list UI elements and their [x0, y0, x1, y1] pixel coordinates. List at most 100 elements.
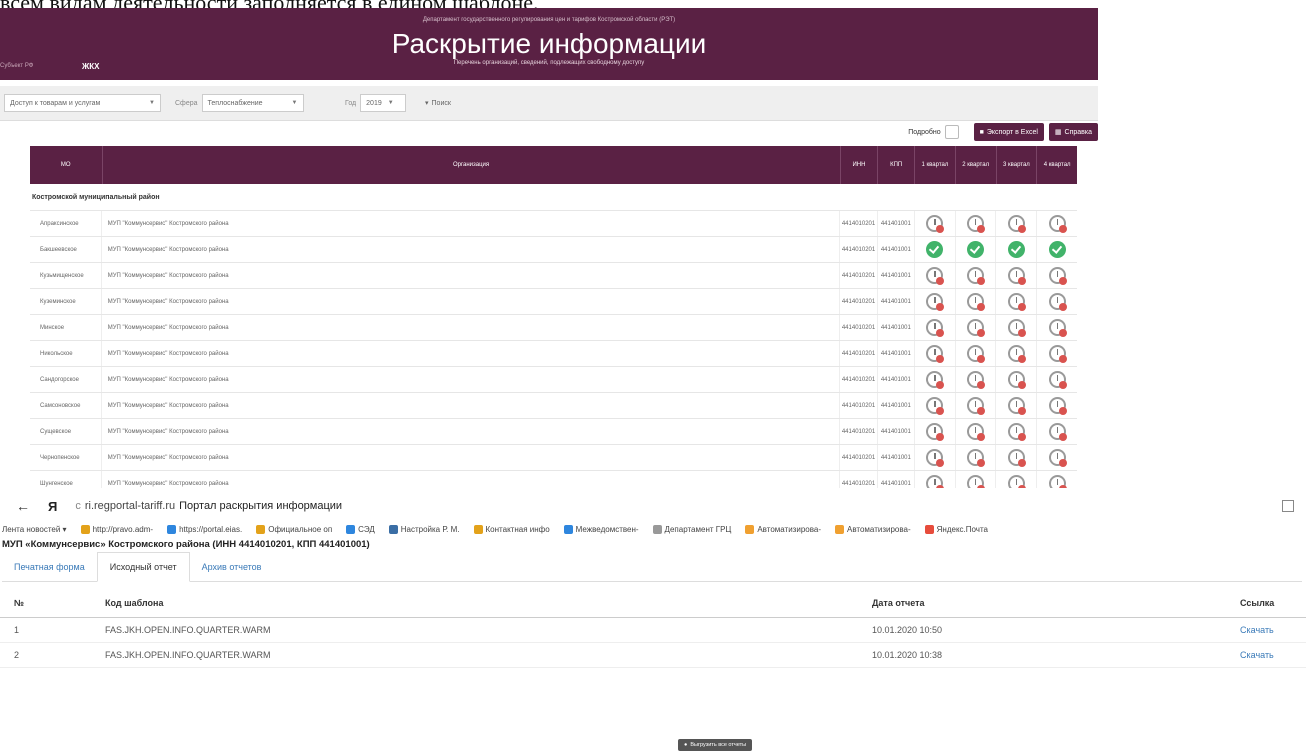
type-filter[interactable]: Доступ к товарам и услугам ▼ [4, 94, 161, 112]
quarter-3-status[interactable] [996, 237, 1038, 262]
quarter-3-status[interactable] [996, 393, 1038, 418]
kpp-cell: 441401001 [878, 393, 915, 418]
page-subtitle: Перечень организаций, сведений, подлежащ… [453, 60, 645, 66]
clock-icon [926, 449, 945, 467]
quarter-1-status[interactable] [915, 341, 956, 366]
quarter-1-status[interactable] [915, 211, 956, 236]
export-excel-button[interactable]: ■ Экспорт в Excel [973, 123, 1044, 141]
quarter-4-status[interactable] [1037, 393, 1077, 418]
url-text[interactable]: ri.regportal-tariff.ru [85, 500, 175, 512]
quarter-2-status[interactable] [956, 367, 997, 392]
quarter-2-status[interactable] [956, 237, 997, 262]
export-all-reports-button[interactable]: ● Выгрузить все отчеты [678, 739, 753, 751]
quarter-4-status[interactable] [1037, 289, 1077, 314]
bookmark-item[interactable]: Автоматизирова- [745, 524, 821, 534]
tab-archive[interactable]: Архив отчетов [190, 553, 274, 581]
quarter-4-status[interactable] [1037, 367, 1077, 392]
quarter-2-status[interactable] [956, 315, 997, 340]
quarter-1-status[interactable] [915, 315, 956, 340]
detail-label: Подробно [908, 128, 941, 136]
quarter-4-status[interactable] [1037, 263, 1077, 288]
header-inn[interactable]: ИНН [841, 146, 879, 184]
quarter-2-status[interactable] [956, 419, 997, 444]
arrow-left-icon[interactable]: ← [16, 498, 30, 514]
help-button[interactable]: ▦ Справка [1048, 123, 1098, 141]
bookmark-item[interactable]: Лента новостей ▾ [2, 525, 67, 534]
table-row: Шунгенское МУП "Коммунсервис" Костромског… [30, 471, 1077, 488]
header-q3[interactable]: 3 квартал [997, 146, 1038, 184]
check-circle-icon [1007, 241, 1025, 258]
bookmark-label: Настройка Р. М. [400, 524, 460, 534]
bookmark-item[interactable]: Официальное оп [256, 524, 332, 534]
quarter-1-status[interactable] [915, 263, 956, 288]
inn-cell: 4414010201 [840, 419, 878, 444]
quarter-1-status[interactable] [915, 237, 956, 262]
quarter-1-status[interactable] [915, 393, 956, 418]
mo-cell: Куземинское [30, 289, 102, 314]
quarter-3-status[interactable] [996, 445, 1038, 470]
download-link[interactable]: Скачать [1240, 625, 1306, 635]
bookmark-item[interactable]: Контактная инфо [473, 524, 550, 534]
check-circle-icon [926, 241, 944, 258]
quarter-2-status[interactable] [956, 445, 997, 470]
window-icon[interactable] [1282, 500, 1294, 512]
bookmark-item[interactable]: http://pravo.adm- [80, 524, 153, 534]
detail-checkbox[interactable] [944, 125, 959, 139]
quarter-1-status[interactable] [915, 367, 956, 392]
quarter-2-status[interactable] [956, 341, 997, 366]
quarter-3-status[interactable] [996, 315, 1038, 340]
bookmark-item[interactable]: Автоматизирова- [835, 524, 911, 534]
quarter-2-status[interactable] [956, 211, 997, 236]
quarter-2-status[interactable] [956, 289, 997, 314]
quarter-4-status[interactable] [1037, 445, 1077, 470]
header-q2[interactable]: 2 квартал [956, 146, 997, 184]
quarter-3-status[interactable] [996, 211, 1038, 236]
yandex-logo[interactable]: Я [48, 499, 57, 514]
quarter-3-status[interactable] [996, 289, 1038, 314]
bookmark-item[interactable]: Департамент ГРЦ [652, 524, 731, 534]
quarter-3-status[interactable] [996, 341, 1038, 366]
tab-print-form[interactable]: Печатная форма [2, 553, 97, 581]
reload-icon[interactable]: c [75, 500, 81, 512]
bookmark-item[interactable]: Яндекс.Почта [924, 524, 988, 534]
quarter-3-status[interactable] [996, 367, 1038, 392]
quarter-4-status[interactable] [1037, 315, 1077, 340]
search-toggle[interactable]: ▾ Поиск [425, 94, 451, 112]
bookmark-label: Яндекс.Почта [936, 524, 988, 534]
header-kpp[interactable]: КПП [878, 146, 916, 184]
quarter-4-status[interactable] [1037, 341, 1077, 366]
quarter-1-status[interactable] [915, 289, 956, 314]
bookmark-label: Автоматизирова- [847, 524, 911, 534]
header-mo[interactable]: МО [30, 146, 103, 184]
quarter-4-status[interactable] [1037, 211, 1077, 236]
quarter-3-status[interactable] [996, 471, 1038, 488]
quarter-3-status[interactable] [996, 263, 1038, 288]
table-row: Чернопенское МУП "Коммунсервис" Костромск… [30, 445, 1077, 471]
quarter-4-status[interactable] [1037, 471, 1077, 488]
bookmark-item[interactable]: https://portal.eias. [167, 524, 242, 534]
quarter-4-status[interactable] [1037, 237, 1077, 262]
download-link[interactable]: Скачать [1240, 650, 1306, 660]
quarter-2-status[interactable] [956, 263, 997, 288]
quarter-1-status[interactable] [915, 419, 956, 444]
sphere-filter[interactable]: Сфера Теплоснабжение ▼ [175, 94, 304, 112]
quarter-4-status[interactable] [1037, 419, 1077, 444]
header-org[interactable]: Организация [103, 146, 841, 184]
quarter-2-status[interactable] [956, 393, 997, 418]
year-filter[interactable]: Год 2019 ▼ [345, 94, 407, 112]
header-q4[interactable]: 4 квартал [1037, 146, 1077, 184]
year-label: Год [345, 99, 357, 107]
tab-source-report[interactable]: Исходный отчет [96, 552, 190, 582]
quarter-3-status[interactable] [996, 419, 1038, 444]
quarter-2-status[interactable] [956, 471, 997, 488]
quarter-1-status[interactable] [915, 471, 956, 488]
table-row: Апраксинское МУП "Коммунсервис" Костромск… [30, 211, 1077, 237]
bookmark-item[interactable]: Межведомствен- [563, 524, 639, 534]
quarter-1-status[interactable] [915, 445, 956, 470]
bookmark-item[interactable]: СЭД [346, 524, 375, 534]
clock-icon [966, 319, 985, 337]
clock-icon [966, 371, 985, 389]
bookmark-item[interactable]: Настройка Р. М. [388, 524, 460, 534]
page-title: Раскрытие информации [391, 28, 707, 59]
header-q1[interactable]: 1 квартал [915, 146, 956, 184]
